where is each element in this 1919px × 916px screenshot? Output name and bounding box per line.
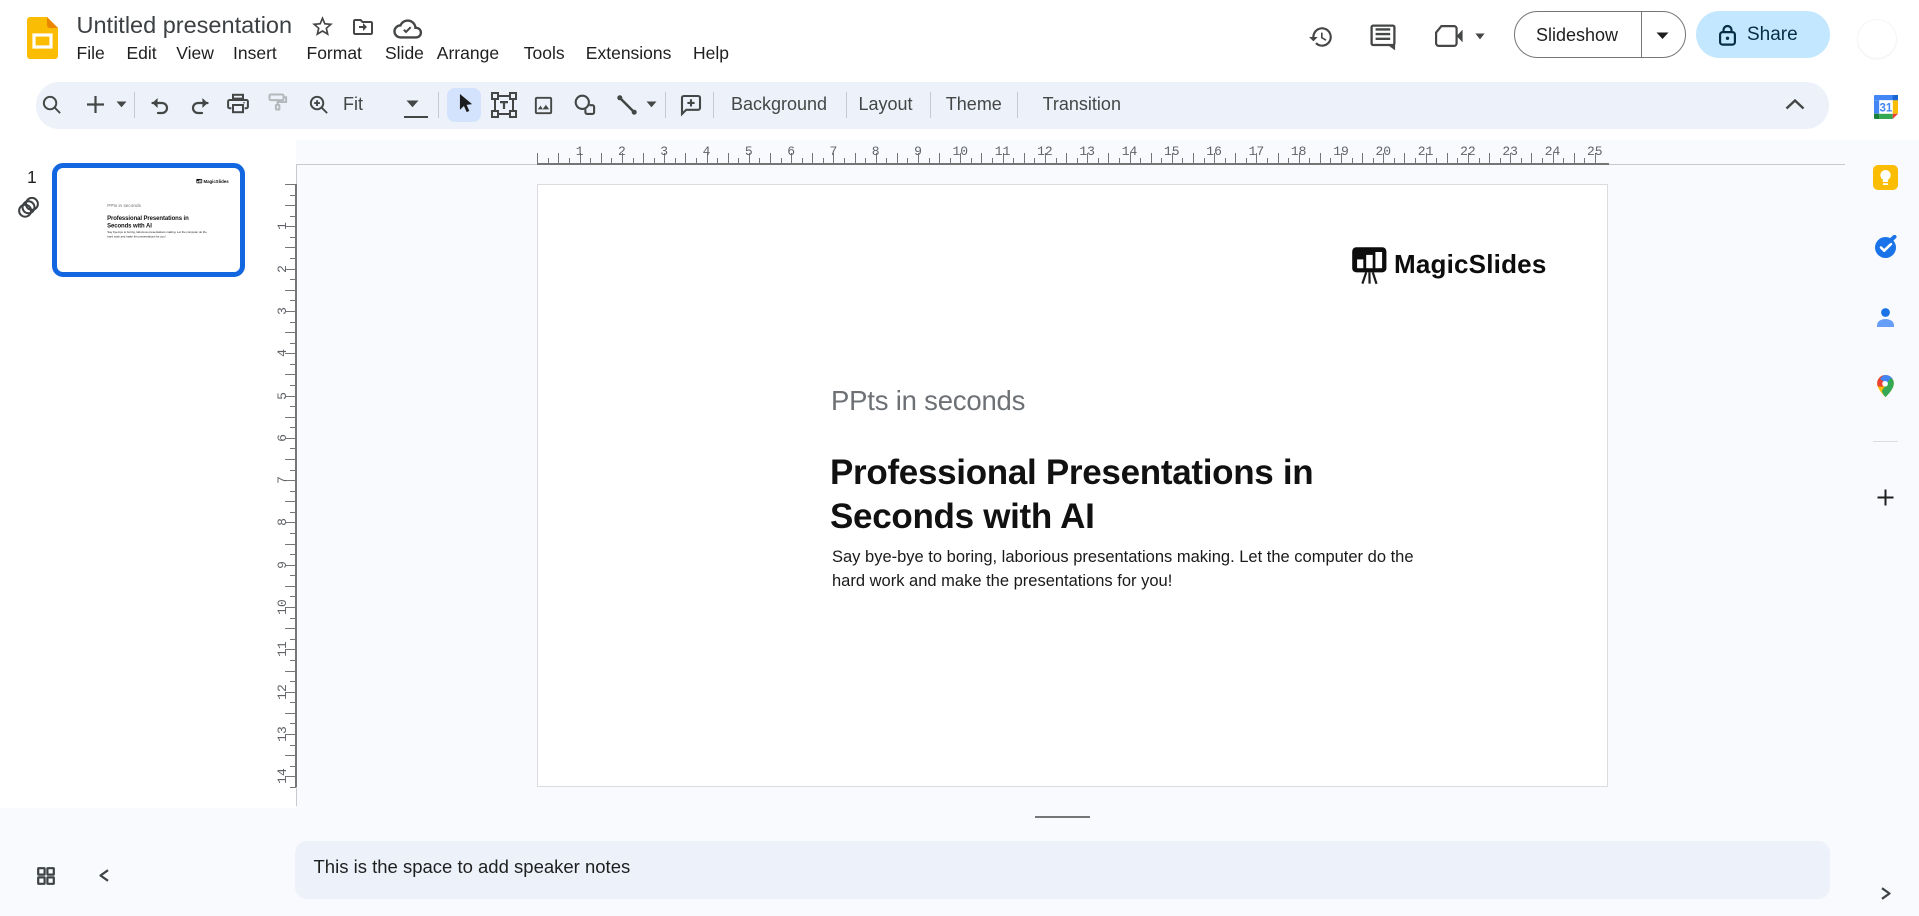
svg-text:31: 31 bbox=[1880, 102, 1893, 114]
